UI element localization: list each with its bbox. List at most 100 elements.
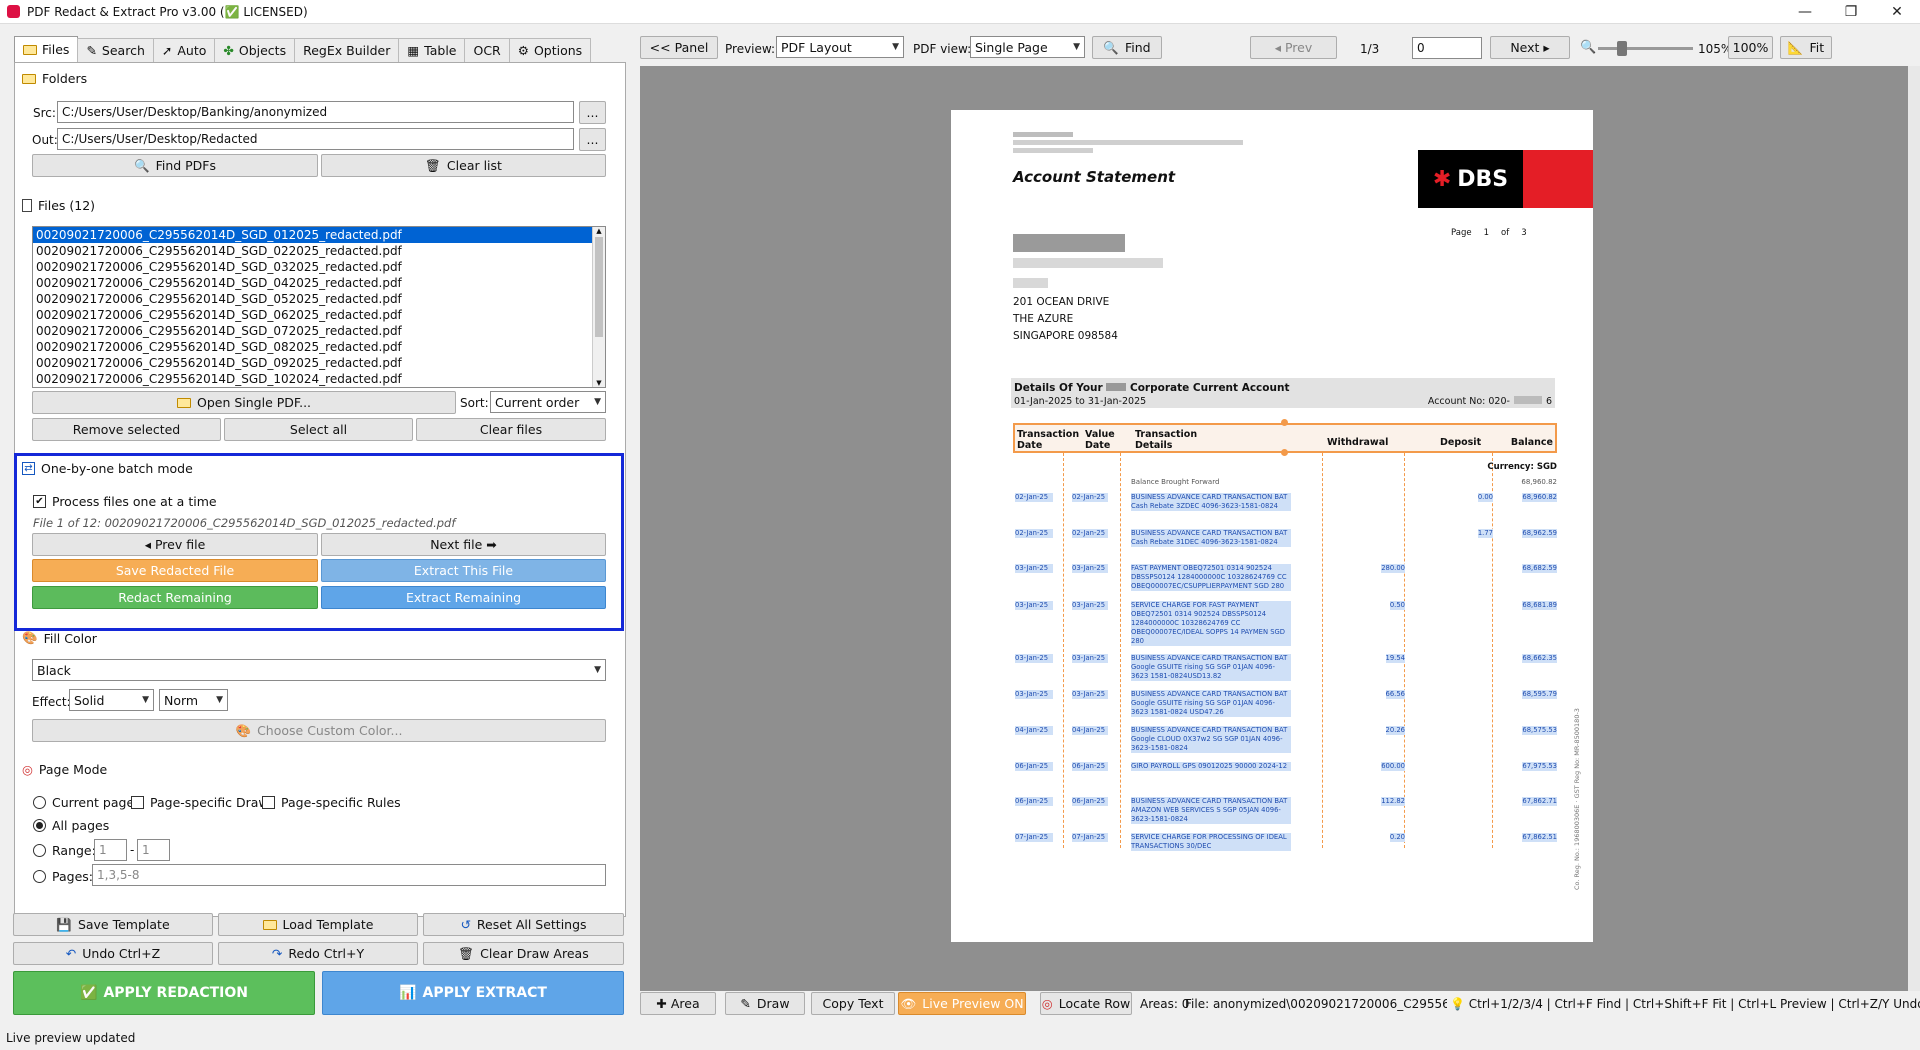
page-specific-rules-option[interactable]: Page-specific Rules [262,795,401,810]
column-handle-icon[interactable] [1281,449,1288,456]
range-to-spinner[interactable]: 1 [137,839,170,861]
next-page-button[interactable]: Next ▸ [1490,36,1570,59]
draw-tool-button[interactable]: ✎ Draw [725,992,805,1015]
load-template-button[interactable]: Load Template [218,913,418,936]
out-folder-input[interactable]: C:/Users/User/Desktop/Redacted [57,128,574,150]
apply-extract-button[interactable]: 📊 APPLY EXTRACT [322,971,624,1015]
apply-redaction-button[interactable]: ✅ APPLY REDACTION [13,971,315,1015]
zoom-slider-handle[interactable] [1617,41,1627,56]
process-checkbox[interactable]: ✔ [33,495,46,508]
clear-files-button[interactable]: Clear files [416,418,606,441]
page-number-input[interactable]: 0 [1412,37,1482,59]
clear-draw-areas-button[interactable]: 🗑 Clear Draw Areas [423,942,624,965]
table-cell: 03-Jan-25 [1015,564,1053,573]
find-pdfs-button[interactable]: 🔍 Find PDFs [32,154,318,177]
range-from-spinner[interactable]: 1 [94,839,127,861]
choose-custom-color-button[interactable]: 🎨 Choose Custom Color... [32,719,606,742]
table-cell: 06-Jan-25 [1015,762,1053,771]
panel-toggle-button[interactable]: << Panel [640,36,718,59]
tab-search[interactable]: ✎ Search [77,38,154,62]
pages-input[interactable]: 1,3,5-8 [92,864,606,886]
scroll-up-icon[interactable]: ▲ [593,227,605,235]
list-item[interactable]: 00209021720006_C295562014D_SGD_072025_re… [33,323,605,339]
side-registration-text: Co. Reg. No.: 196800306E · GST Reg No: M… [1573,708,1581,890]
list-item[interactable]: 00209021720006_C295562014D_SGD_082025_re… [33,339,605,355]
preview-mode-select[interactable]: PDF Layout ▼ [776,36,904,58]
select-all-button[interactable]: Select all [224,418,413,441]
preview-scrollbar[interactable] [1908,66,1920,991]
table-cell: BUSINESS ADVANCE CARD TRANSACTION BAT Ca… [1131,493,1291,511]
locate-row-button[interactable]: ◎ Locate Row [1040,992,1132,1015]
process-one-at-a-time[interactable]: ✔ Process files one at a time [33,494,217,509]
pages-option[interactable]: Pages: [33,869,93,884]
live-preview-toggle[interactable]: 👁 Live Preview ON [898,992,1026,1015]
column-handle-icon[interactable] [1281,419,1288,426]
remove-selected-button[interactable]: Remove selected [32,418,221,441]
reset-all-settings-button[interactable]: ↺ Reset All Settings [423,913,624,936]
tab-auto[interactable]: ➚ Auto [152,38,216,62]
range-radio[interactable] [33,844,46,857]
tab-table[interactable]: ▦ Table [398,38,466,62]
save-template-button[interactable]: 💾 Save Template [13,913,213,936]
area-tool-button[interactable]: ✚ Area [640,992,716,1015]
pdf-page[interactable]: Account Statement ✱ DBS Page 1 of 3 201 OCEA… [951,110,1593,942]
close-icon[interactable]: ✕ [1874,4,1920,20]
norm-select[interactable]: Norm ▼ [159,689,228,711]
all-pages-radio[interactable] [33,819,46,832]
tab-ocr[interactable]: OCR [464,38,510,62]
list-item[interactable]: 00209021720006_C295562014D_SGD_062025_re… [33,307,605,323]
table-cell: 03-Jan-25 [1015,654,1053,663]
undo-button[interactable]: ↶ Undo Ctrl+Z [13,942,213,965]
maximize-icon[interactable]: ❐ [1828,4,1874,20]
out-browse-button[interactable]: ... [579,128,606,151]
list-item[interactable]: 00209021720006_C295562014D_SGD_032025_re… [33,259,605,275]
list-item[interactable]: 00209021720006_C295562014D_SGD_102024_re… [33,371,605,387]
pages-radio[interactable] [33,870,46,883]
minimize-icon[interactable]: — [1782,4,1828,20]
src-folder-input[interactable]: C:/Users/User/Desktop/Banking/anonymized [57,101,574,123]
palette-icon: 🎨 [22,630,38,645]
all-pages-option[interactable]: All pages [33,818,109,833]
extract-this-file-button[interactable]: Extract This File [321,559,606,582]
zoom-out-icon[interactable]: 🔍 [1580,40,1596,55]
effect-select[interactable]: Solid ▼ [69,689,154,711]
list-item[interactable]: 00209021720006_C295562014D_SGD_092025_re… [33,355,605,371]
list-item[interactable]: 00209021720006_C295562014D_SGD_012025_re… [33,227,605,243]
clear-list-button[interactable]: 🗑 Clear list [321,154,606,177]
src-browse-button[interactable]: ... [579,101,606,124]
page-specific-draw-option[interactable]: Page-specific Draw [131,795,269,810]
extract-remaining-button[interactable]: Extract Remaining [321,586,606,609]
fit-button[interactable]: 📐 Fit [1780,36,1832,59]
tab-files[interactable]: Files [14,36,79,62]
list-item[interactable]: 00209021720006_C295562014D_SGD_052025_re… [33,291,605,307]
tab-regex-builder[interactable]: RegEx Builder [294,38,400,62]
page-draw-checkbox[interactable] [131,796,144,809]
redact-remaining-button[interactable]: Redact Remaining [32,586,318,609]
range-option[interactable]: Range: [33,843,96,858]
fill-color-select[interactable]: Black ▼ [32,659,606,681]
list-scrollbar[interactable]: ▲ ▼ [592,227,605,387]
open-single-pdf-button[interactable]: Open Single PDF... [32,391,456,414]
find-button[interactable]: 🔍 Find [1092,36,1162,59]
redo-button[interactable]: ↷ Redo Ctrl+Y [218,942,418,965]
pdf-view-select[interactable]: Single Page ▼ [970,36,1085,58]
page-rules-checkbox[interactable] [262,796,275,809]
save-redacted-file-button[interactable]: Save Redacted File [32,559,318,582]
zoom-slider-track[interactable] [1598,47,1693,50]
prev-file-button[interactable]: ◂ Prev file [32,533,318,556]
next-file-button[interactable]: Next file ➡ [321,533,606,556]
tab-options[interactable]: ⚙ Options [508,38,592,62]
file-list[interactable]: 00209021720006_C295562014D_SGD_012025_re… [32,226,606,388]
zoom-100-button[interactable]: 100% [1728,36,1773,59]
prev-page-button[interactable]: ◂ Prev [1250,36,1337,59]
current-page-radio[interactable] [33,796,46,809]
areas-count: Areas: 0 [1140,997,1190,1011]
list-item[interactable]: 00209021720006_C295562014D_SGD_042025_re… [33,275,605,291]
copy-text-button[interactable]: Copy Text [811,992,895,1015]
tab-objects[interactable]: ✤ Objects [214,38,296,62]
sort-select[interactable]: Current order ▼ [490,391,606,413]
scroll-down-icon[interactable]: ▼ [593,379,605,387]
current-page-option[interactable]: Current page [33,795,134,810]
list-item[interactable]: 00209021720006_C295562014D_SGD_022025_re… [33,243,605,259]
scroll-thumb[interactable] [595,237,603,337]
